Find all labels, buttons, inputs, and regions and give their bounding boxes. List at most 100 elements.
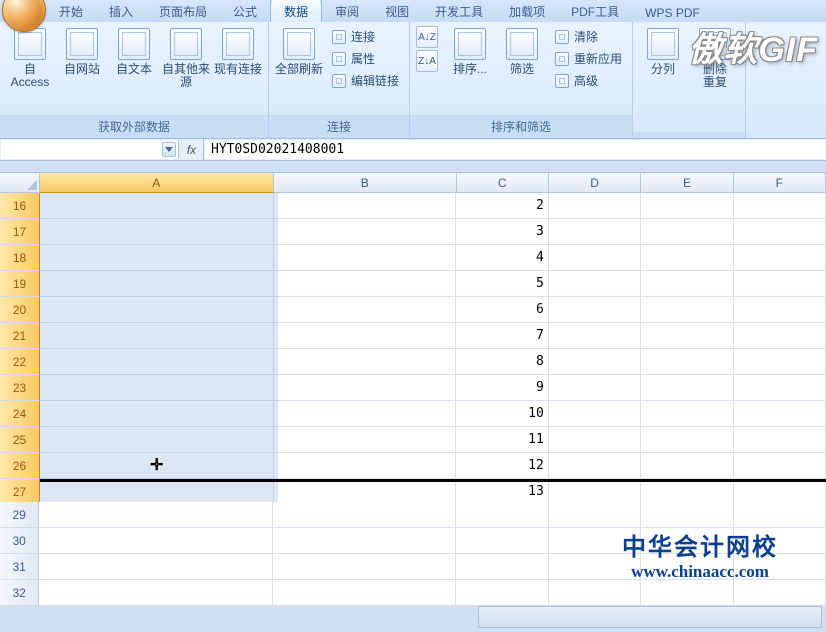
row-header-23[interactable]: 23 xyxy=(0,375,40,401)
cell-E21[interactable] xyxy=(641,323,733,349)
cell-F18[interactable] xyxy=(734,245,826,271)
cell-F20[interactable] xyxy=(734,297,826,323)
cell-A31[interactable] xyxy=(39,554,273,580)
tab-插入[interactable]: 插入 xyxy=(96,0,146,22)
cell-C16[interactable]: 2 xyxy=(456,193,548,219)
name-box[interactable] xyxy=(1,140,179,159)
tab-审阅[interactable]: 审阅 xyxy=(322,0,372,22)
connections-button[interactable]: 连接 xyxy=(327,26,403,47)
tab-WPS PDF[interactable]: WPS PDF xyxy=(632,3,713,22)
cell-D22[interactable] xyxy=(549,349,641,375)
cell-F29[interactable] xyxy=(734,502,826,528)
cell-B29[interactable] xyxy=(273,502,456,528)
cell-F26[interactable] xyxy=(734,453,826,479)
cell-D20[interactable] xyxy=(549,297,641,323)
cell-B31[interactable] xyxy=(273,554,456,580)
cell-A21[interactable] xyxy=(40,323,274,349)
cell-B32[interactable] xyxy=(273,580,456,606)
cell-F31[interactable] xyxy=(734,554,826,580)
from-other-button[interactable]: 自其他来源 xyxy=(162,26,210,91)
tab-开发工具[interactable]: 开发工具 xyxy=(422,0,496,22)
cell-E16[interactable] xyxy=(641,193,733,219)
cell-E31[interactable] xyxy=(641,554,733,580)
cell-C25[interactable]: 11 xyxy=(456,427,548,453)
cell-C23[interactable]: 9 xyxy=(456,375,548,401)
cell-B16[interactable] xyxy=(274,193,457,219)
cell-D17[interactable] xyxy=(549,219,641,245)
cell-A17[interactable] xyxy=(40,219,274,245)
cell-D18[interactable] xyxy=(549,245,641,271)
sort-asc-button[interactable]: A↓Z xyxy=(416,26,438,48)
sort-button[interactable]: 排序... xyxy=(446,26,494,78)
sort-desc-button[interactable]: Z↓A xyxy=(416,50,438,72)
cell-D32[interactable] xyxy=(549,580,641,606)
cell-A18[interactable] xyxy=(40,245,274,271)
formula-input[interactable] xyxy=(205,140,825,159)
cell-E17[interactable] xyxy=(641,219,733,245)
column-header-B[interactable]: B xyxy=(274,173,457,193)
cell-E29[interactable] xyxy=(641,502,733,528)
filter-button[interactable]: 筛选 xyxy=(498,26,546,78)
name-box-dropdown-icon[interactable] xyxy=(162,142,176,157)
cell-E26[interactable] xyxy=(641,453,733,479)
row-header-17[interactable]: 17 xyxy=(0,219,40,245)
cell-F19[interactable] xyxy=(734,271,826,297)
cell-A16[interactable] xyxy=(40,193,274,219)
cell-C26[interactable]: 12 xyxy=(456,453,548,479)
cell-D24[interactable] xyxy=(549,401,641,427)
cell-D31[interactable] xyxy=(549,554,641,580)
cell-F16[interactable] xyxy=(734,193,826,219)
cell-F32[interactable] xyxy=(734,580,826,606)
cell-F21[interactable] xyxy=(734,323,826,349)
cell-D23[interactable] xyxy=(549,375,641,401)
cell-E22[interactable] xyxy=(641,349,733,375)
cell-E30[interactable] xyxy=(641,528,733,554)
cell-A32[interactable] xyxy=(39,580,273,606)
existing-conn-button[interactable]: 现有连接 xyxy=(214,26,262,78)
cell-B18[interactable] xyxy=(274,245,457,271)
cell-E18[interactable] xyxy=(641,245,733,271)
column-header-C[interactable]: C xyxy=(457,173,549,193)
row-header-24[interactable]: 24 xyxy=(0,401,40,427)
cell-F23[interactable] xyxy=(734,375,826,401)
cell-B21[interactable] xyxy=(274,323,457,349)
cell-C18[interactable]: 4 xyxy=(456,245,548,271)
cell-A24[interactable] xyxy=(40,401,274,427)
cell-A29[interactable] xyxy=(39,502,273,528)
cell-A30[interactable] xyxy=(39,528,273,554)
cell-F17[interactable] xyxy=(734,219,826,245)
cell-B30[interactable] xyxy=(273,528,456,554)
row-header-30[interactable]: 30 xyxy=(0,528,39,554)
cell-B26[interactable] xyxy=(274,453,457,479)
cell-B24[interactable] xyxy=(274,401,457,427)
row-header-16[interactable]: 16 xyxy=(0,193,40,219)
row-header-25[interactable]: 25 xyxy=(0,427,40,453)
row-header-26[interactable]: 26 xyxy=(0,453,40,479)
cell-C31[interactable] xyxy=(456,554,548,580)
select-all-corner[interactable] xyxy=(0,173,40,193)
cell-C20[interactable]: 6 xyxy=(456,297,548,323)
column-header-A[interactable]: A xyxy=(40,173,274,193)
cell-B20[interactable] xyxy=(274,297,457,323)
cell-E19[interactable] xyxy=(641,271,733,297)
reapply-button[interactable]: 重新应用 xyxy=(550,48,626,69)
cell-C30[interactable] xyxy=(456,528,548,554)
row-header-22[interactable]: 22 xyxy=(0,349,40,375)
cell-E23[interactable] xyxy=(641,375,733,401)
cell-F30[interactable] xyxy=(734,528,826,554)
cell-C17[interactable]: 3 xyxy=(456,219,548,245)
cell-C29[interactable] xyxy=(456,502,548,528)
cell-C22[interactable]: 8 xyxy=(456,349,548,375)
cell-A26[interactable] xyxy=(40,453,274,479)
tab-PDF工具[interactable]: PDF工具 xyxy=(558,0,632,22)
cell-E32[interactable] xyxy=(641,580,733,606)
cell-E24[interactable] xyxy=(641,401,733,427)
cell-D16[interactable] xyxy=(549,193,641,219)
column-header-D[interactable]: D xyxy=(549,173,641,193)
cell-D29[interactable] xyxy=(549,502,641,528)
cell-B25[interactable] xyxy=(274,427,457,453)
tab-页面布局[interactable]: 页面布局 xyxy=(146,0,220,22)
cell-D21[interactable] xyxy=(549,323,641,349)
cell-B19[interactable] xyxy=(274,271,457,297)
cell-F24[interactable] xyxy=(734,401,826,427)
